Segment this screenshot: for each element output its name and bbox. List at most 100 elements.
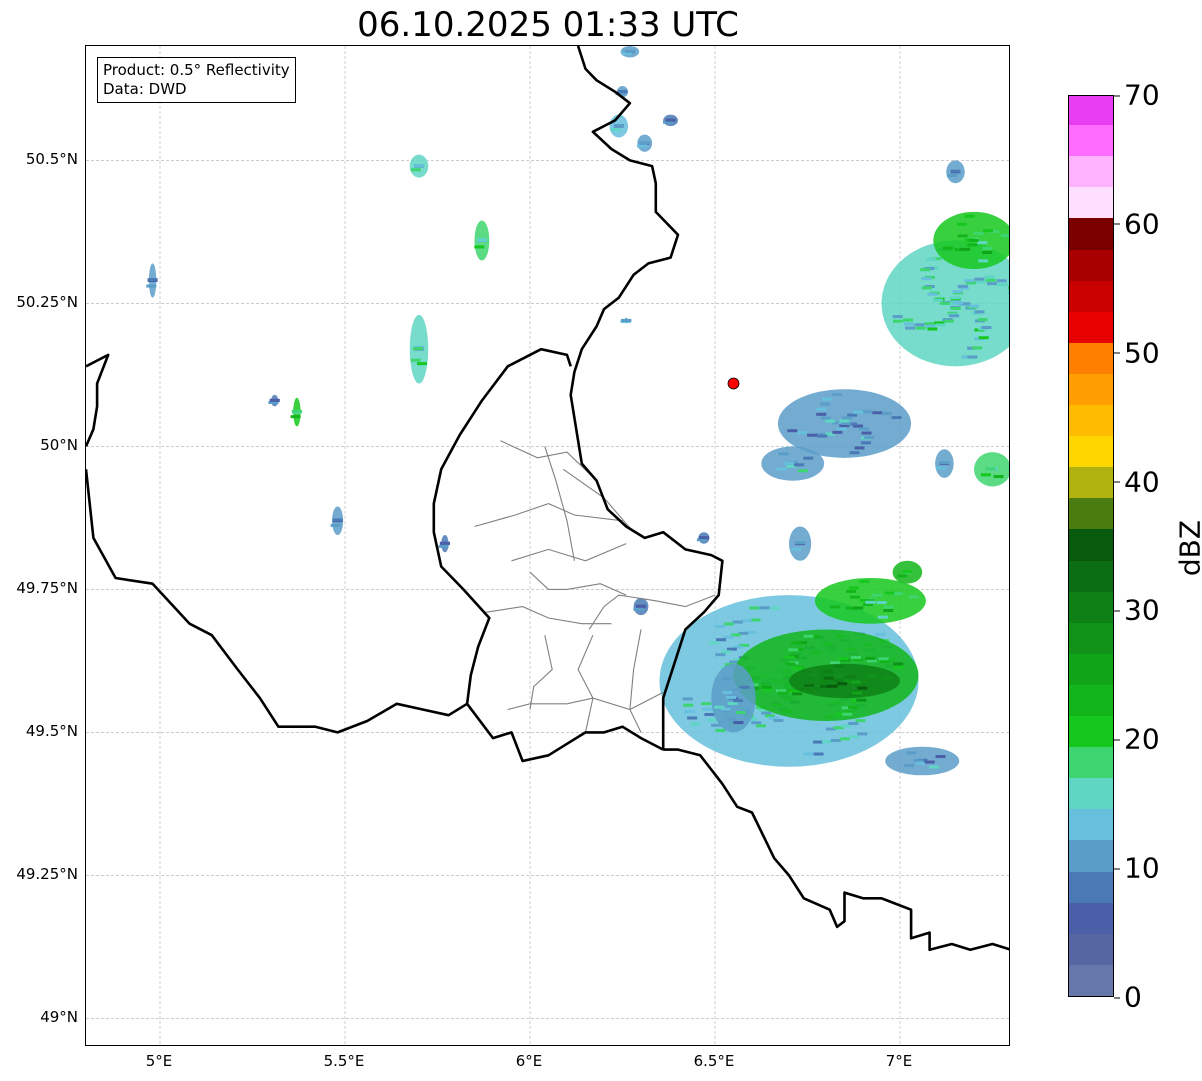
radar-echo-pixel [839,737,850,741]
radar-echo-pixel [967,355,978,359]
radar-echo-pixel [943,319,954,323]
radar-echo-pixel [823,676,834,680]
y-tick-label: 49.5°N [25,722,78,741]
radar-echo-pixel [776,467,787,471]
radar-echo-pixel [690,722,701,726]
colorbar-segment [1069,622,1113,654]
radar-echo-pixel [932,298,943,302]
radar-echo-pixel [960,247,971,251]
radar-echo-layer [146,46,1009,776]
radar-echo-pixel [1000,234,1009,238]
radar-echo-pixel [996,279,1007,283]
radar-echo-pixel [639,141,650,145]
radar-echo-pixel [829,605,840,609]
country-border [86,469,664,763]
colorbar-segment [1069,777,1113,810]
district-border [511,543,627,562]
radar-echo-pixel [735,711,746,715]
radar-echo-pixel [892,319,903,323]
radar-echo-pixel [982,251,993,255]
radar-site-marker [727,377,740,390]
radar-echo-pixel [715,728,726,732]
colorbar-segment [1069,466,1113,499]
radar-echo-pixel [621,318,632,322]
country-border [432,347,572,704]
radar-site-layer [727,377,740,390]
radar-echo-pixel [842,712,853,716]
radar-echo-pixel [762,688,773,692]
product-label: Product: 0.5° Reflectivity [103,61,290,79]
map-panel[interactable] [85,45,1010,1046]
radar-echo-pixel [942,246,953,250]
radar-echo-pixel [797,469,808,473]
colorbar-segment [1069,964,1113,996]
radar-echo-pixel [698,536,709,540]
colorbar-segment [1069,684,1113,717]
radar-echo-pixel [803,456,814,460]
radar-echo-pixel [683,703,694,707]
radar-echo-pixel [850,656,861,660]
radar-echo-pixel [859,427,870,431]
radar-echo-pixel [987,282,998,286]
radar-echo-pixel [871,593,882,597]
radar-echo-pixel [879,660,890,664]
radar-echo-pixel [617,89,628,93]
radar-echo-pixel [968,304,979,308]
x-tick-label: 5.5°E [323,1052,365,1070]
radar-echo-pixel [722,691,733,695]
radar-echo-pixel [936,466,947,470]
radar-echo-pixel [820,416,831,420]
radar-echo-pixel [905,326,916,330]
radar-echo-pixel [891,416,902,420]
data-source-label: Data: DWD [103,80,187,98]
radar-echo-pixel [833,679,844,683]
radar-echo-pixel [883,608,894,612]
radar-echo-pixel [715,624,726,628]
radar-echo-pixel [610,128,621,132]
colorbar-segment [1069,559,1113,592]
radar-echo-pixel [997,283,1008,287]
radar-echo-pixel [701,702,712,706]
radar-echo-pixel [849,595,860,599]
radar-echo-pixel [827,684,838,688]
radar-echo-pixel [906,751,917,755]
radar-echo-pixel [952,290,963,294]
radar-echo-pixel [715,653,726,657]
radar-echo-pixel [704,713,715,717]
radar-echo-pixel [269,398,280,402]
radar-echo-pixel [790,641,801,645]
radar-echo-pixel [855,719,866,723]
country-borders [86,46,1009,952]
radar-echo-pixel [964,214,975,218]
radar-echo-pixel [875,632,886,636]
radar-echo-pixel [877,615,888,619]
radar-echo-pixel [787,429,798,433]
radar-echo-pixel [848,706,859,710]
colorbar-segment [1069,342,1113,374]
colorbar-segment [1069,933,1113,965]
radar-echo-pixel [476,237,487,241]
radar-echo-pixel [861,431,872,435]
radar-echo-pixel [978,336,989,340]
radar-echo-pixel [702,707,713,711]
radar-echo-pixel [792,692,803,696]
radar-echo-pixel [732,620,743,624]
colorbar-segment [1069,435,1113,468]
colorbar-segment [1069,217,1113,250]
colorbar-segment [1069,186,1113,219]
radar-echo-pixel [926,257,937,261]
radar-echo-pixel [833,664,844,668]
chart-title: 06.10.2025 01:33 UTC [357,5,739,45]
radar-echo-pixel [967,243,978,247]
radar-echo-pixel [803,683,814,687]
radar-echo-pixel [721,677,732,681]
radar-echo-pixel [927,292,938,296]
radar-echo-pixel [709,641,720,645]
x-tick-label: 6.5°E [693,1052,735,1070]
radar-echo-pixel [723,622,734,626]
radar-echo-pixel [784,655,795,659]
radar-echo-pixel [707,718,718,722]
radar-map[interactable] [86,46,1010,1046]
district-border [474,503,623,528]
colorbar-tick-label: 20 [1114,723,1160,756]
